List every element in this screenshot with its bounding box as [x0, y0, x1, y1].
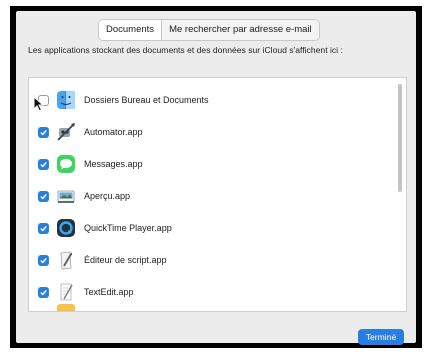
- list-item-label: Aperçu.app: [84, 191, 131, 201]
- textedit-icon: [56, 282, 76, 302]
- list-item-textedit[interactable]: TextEdit.app: [29, 276, 389, 308]
- done-button[interactable]: Terminé: [358, 329, 404, 345]
- checkbox-automator[interactable]: [38, 126, 49, 138]
- list-item-label: Éditeur de script.app: [84, 255, 167, 265]
- icloud-options-sheet: Documents Me rechercher par adresse e-ma…: [16, 11, 416, 345]
- list-item-label: QuickTime Player.app: [84, 223, 172, 233]
- list-scrollbar[interactable]: [398, 84, 402, 192]
- tab-documents[interactable]: Documents: [99, 20, 163, 40]
- window-frame: Documents Me rechercher par adresse e-ma…: [10, 6, 422, 348]
- list-item-preview[interactable]: Aperçu.app: [29, 180, 389, 212]
- checkbox-messages[interactable]: [38, 158, 49, 170]
- checkbox-script-editor[interactable]: [38, 254, 49, 266]
- finder-icon: [56, 90, 76, 110]
- list-item-desktop-documents[interactable]: Dossiers Bureau et Documents: [29, 84, 389, 116]
- mouse-pointer-icon: [33, 96, 45, 112]
- app-list[interactable]: Dossiers Bureau et Documents Automator.a…: [28, 77, 407, 312]
- automator-icon: [56, 122, 76, 142]
- checkbox-quicktime[interactable]: [38, 222, 49, 234]
- list-item-automator[interactable]: Automator.app: [29, 116, 389, 148]
- list-item-label: Automator.app: [84, 127, 143, 137]
- quicktime-icon: [56, 218, 76, 238]
- app-icon-partial: [57, 304, 75, 311]
- tab-find-by-email[interactable]: Me rechercher par adresse e-mail: [162, 20, 319, 40]
- checkbox-preview[interactable]: [38, 190, 49, 202]
- list-item-quicktime[interactable]: QuickTime Player.app: [29, 212, 389, 244]
- list-item-label: Dossiers Bureau et Documents: [84, 95, 209, 105]
- list-item-messages[interactable]: Messages.app: [29, 148, 389, 180]
- preview-icon: [56, 186, 76, 206]
- description-text: Les applications stockant des documents …: [28, 45, 343, 55]
- script-editor-icon: [56, 250, 76, 270]
- checkbox-textedit[interactable]: [38, 286, 49, 298]
- list-item-script-editor[interactable]: Éditeur de script.app: [29, 244, 389, 276]
- list-item-label: TextEdit.app: [84, 287, 134, 297]
- list-item-label: Messages.app: [84, 159, 143, 169]
- messages-icon: [56, 154, 76, 174]
- tab-bar: Documents Me rechercher par adresse e-ma…: [98, 19, 320, 41]
